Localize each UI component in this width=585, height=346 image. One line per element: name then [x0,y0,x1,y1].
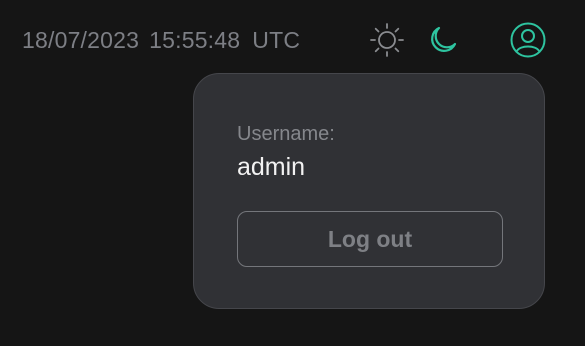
dark-theme-button[interactable] [424,21,462,59]
datetime-display: 18/07/2023 15:55:48 UTC [22,27,300,54]
user-menu-button[interactable] [507,19,549,61]
username-value: admin [237,153,306,181]
user-menu-popover: Username: admin Log out [193,73,545,309]
top-bar: 18/07/2023 15:55:48 UTC [0,0,585,80]
sun-icon [370,23,404,57]
logout-button[interactable]: Log out [237,211,503,267]
light-theme-button[interactable] [368,21,406,59]
moon-icon [431,26,457,52]
date-text: 18/07/2023 [22,27,140,53]
timezone-text: UTC [252,27,301,53]
user-circle-icon [510,22,546,58]
time-text: 15:55:48 [149,27,241,53]
username-label: Username: [237,123,335,145]
